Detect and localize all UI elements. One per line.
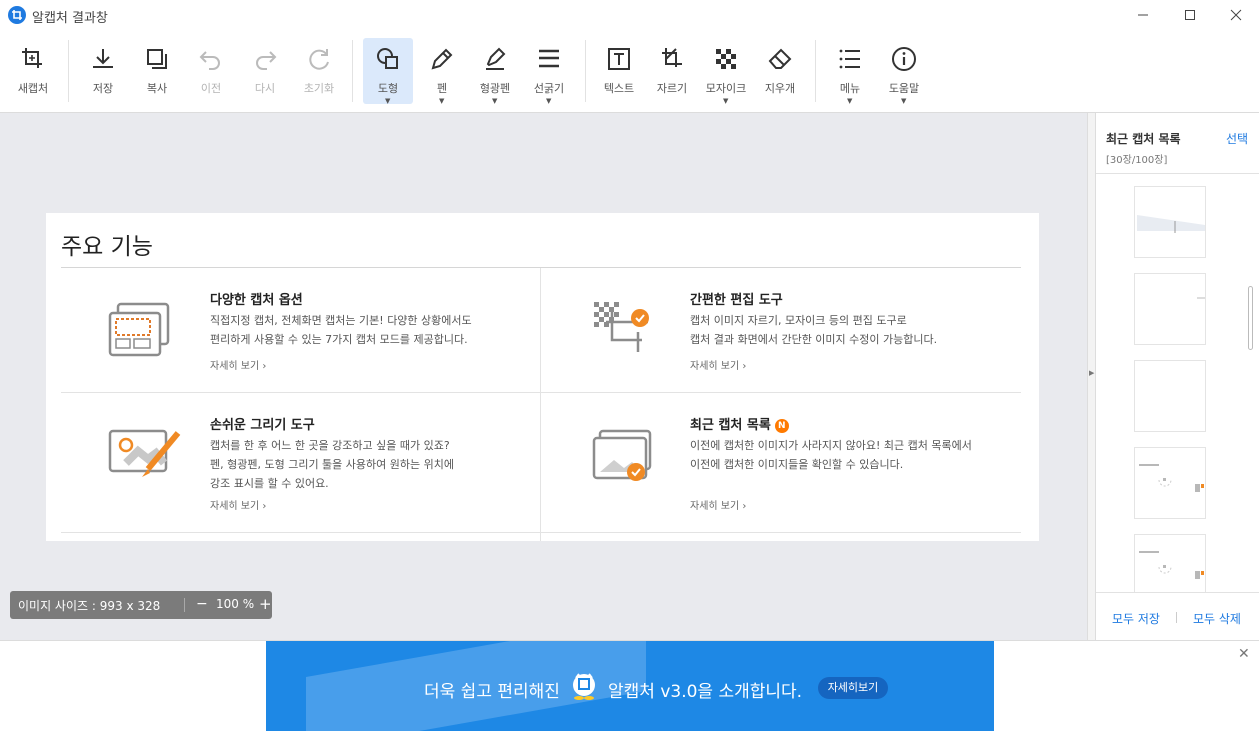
highlighter-tool-button[interactable]: 형광펜 ▼ <box>470 38 520 105</box>
capture-thumbnail[interactable] <box>1134 360 1206 432</box>
save-all-button[interactable]: 모두 저장 <box>1112 610 1160 627</box>
info-icon <box>892 47 916 71</box>
crop-icon <box>662 48 682 67</box>
edit-tools-icon <box>594 302 649 352</box>
capture-thumbnail[interactable] <box>1134 447 1206 519</box>
mosaic-tool-button[interactable]: 모자이크 ▼ <box>701 38 751 105</box>
list-menu-icon <box>839 49 860 69</box>
recent-captures-panel: 최근 캡처 목록 [30장/100장] 선택 모두 저장 모두 삭제 <box>1096 113 1259 640</box>
maximize-button[interactable] <box>1167 0 1213 30</box>
alcapture-mascot-icon <box>573 673 595 700</box>
mosaic-icon <box>716 49 736 69</box>
thumbnail-preview <box>1139 551 1204 579</box>
shape-tool-button[interactable]: 도형 ▼ <box>363 38 413 105</box>
reset-button[interactable]: 초기화 <box>294 38 344 104</box>
delete-all-button[interactable]: 모두 삭제 <box>1193 610 1241 627</box>
redo-button[interactable]: 다시 <box>240 38 290 104</box>
line-width-button[interactable]: 선굵기 ▼ <box>524 38 574 105</box>
select-button[interactable]: 선택 <box>1226 130 1248 147</box>
scrollbar-thumb[interactable] <box>1248 286 1253 350</box>
capture-thumbnail[interactable] <box>1134 273 1206 345</box>
chevron-right-icon[interactable]: ▶ <box>1089 369 1094 377</box>
capture-canvas[interactable]: 주요 기능 다양한 캡처 옵션 직접지정 캡처, 전체화면 캡처는 기본! 다양… <box>0 113 1087 640</box>
dropdown-caret-icon: ▼ <box>385 97 391 105</box>
eraser-icon <box>768 48 792 69</box>
divider <box>61 267 1021 268</box>
dropdown-caret-icon: ▼ <box>492 97 498 105</box>
banner-text: 알캡처 v3.0을 소개합니다. <box>608 682 803 702</box>
copy-button[interactable]: 복사 <box>132 38 182 104</box>
dropdown-caret-icon: ▼ <box>847 97 853 105</box>
ad-area: 더욱 쉽고 편리해진 알캡처 v3.0을 소개합니다. 자세히보기 ✕ <box>0 640 1259 731</box>
text-icon <box>608 48 630 70</box>
divider <box>61 392 1021 393</box>
banner-details-button[interactable]: 자세히보기 <box>818 677 888 699</box>
redo-icon <box>256 51 277 70</box>
thumbnail-list[interactable] <box>1096 173 1259 593</box>
new-capture-button[interactable]: 새캡처 <box>8 38 58 104</box>
line-width-icon <box>539 49 559 68</box>
more-link[interactable]: 자세히 보기 › <box>210 357 266 372</box>
toolbar: 새캡처 저장 복사 이전 다시 초기화 도형 ▼ 펜 ▼ 형광펜 ▼ 선굵기 ▼ <box>0 30 1259 113</box>
highlighter-icon <box>486 47 506 70</box>
help-button[interactable]: 도움말 ▼ <box>879 38 929 105</box>
image-size-bar: 이미지 사이즈 : 993 x 328 − 100 % + <box>10 591 272 619</box>
window-title: 알캡처 결과창 <box>32 11 108 26</box>
copy-icon <box>147 49 167 69</box>
divider <box>540 268 541 541</box>
save-button[interactable]: 저장 <box>78 38 128 104</box>
more-link[interactable]: 자세히 보기 › <box>690 357 746 372</box>
divider <box>61 532 1021 533</box>
eraser-tool-button[interactable]: 지우개 <box>755 38 805 104</box>
close-button[interactable] <box>1213 0 1259 30</box>
dropdown-caret-icon: ▼ <box>546 97 552 105</box>
thumbnail-preview <box>1197 297 1205 299</box>
shapes-icon <box>377 48 398 69</box>
thumbnail-preview <box>1137 215 1205 233</box>
card-title: 주요 기능 <box>61 234 153 260</box>
promo-banner[interactable]: 더욱 쉽고 편리해진 알캡처 v3.0을 소개합니다. 자세히보기 <box>266 641 994 731</box>
thumbnail-preview <box>1139 464 1204 492</box>
dropdown-caret-icon: ▼ <box>439 97 445 105</box>
download-icon <box>93 49 113 68</box>
zoom-out-button[interactable]: − <box>196 596 208 612</box>
more-link[interactable]: 자세히 보기 › <box>210 497 266 512</box>
title-bar: 알캡처 결과창 <box>0 0 1259 30</box>
undo-icon <box>199 51 220 70</box>
app-logo-icon <box>8 6 26 24</box>
panel-title: 최근 캡처 목록 <box>1106 132 1181 146</box>
banner-text: 더욱 쉽고 편리해진 <box>424 682 560 702</box>
capture-thumbnail[interactable] <box>1134 186 1206 258</box>
pen-icon <box>431 48 453 70</box>
divider <box>184 598 185 612</box>
zoom-in-button[interactable]: + <box>259 595 272 613</box>
capture-count: [30장/100장] <box>1106 155 1168 166</box>
captured-image[interactable]: 주요 기능 다양한 캡처 옵션 직접지정 캡처, 전체화면 캡처는 기본! 다양… <box>46 213 1039 541</box>
dropdown-caret-icon: ▼ <box>901 97 907 105</box>
minimize-button[interactable] <box>1120 0 1166 30</box>
close-ad-icon[interactable]: ✕ <box>1238 646 1250 662</box>
zoom-level: 100 % <box>216 597 255 611</box>
capture-options-icon <box>108 302 170 357</box>
more-link[interactable]: 자세히 보기 › <box>690 497 746 512</box>
new-badge: N <box>774 419 789 433</box>
crop-new-icon <box>22 48 42 68</box>
undo-button[interactable]: 이전 <box>186 38 236 104</box>
capture-thumbnail[interactable] <box>1134 534 1206 592</box>
crop-tool-button[interactable]: 자르기 <box>647 38 697 104</box>
divider <box>1176 612 1177 623</box>
panel-splitter[interactable]: ▶ <box>1087 113 1096 640</box>
recent-captures-icon <box>592 429 652 481</box>
refresh-icon <box>309 49 329 70</box>
menu-button[interactable]: 메뉴 ▼ <box>825 38 875 105</box>
image-size-label: 이미지 사이즈 : 993 x 328 <box>18 599 161 613</box>
dropdown-caret-icon: ▼ <box>723 97 729 105</box>
drawing-tools-icon <box>108 429 181 477</box>
